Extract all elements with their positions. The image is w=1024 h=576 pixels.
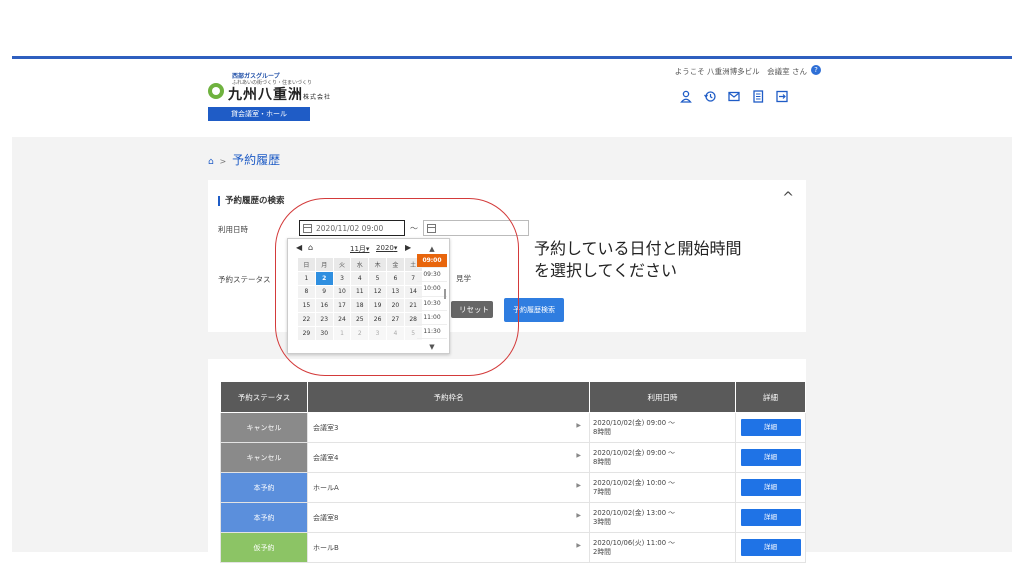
header-icon-bar <box>680 88 788 103</box>
chevron-right-icon: ▶ <box>576 452 581 459</box>
reservation-name-text: ホールB <box>313 543 339 552</box>
reservation-date: 2020/10/02(金) 13:00 ～ 3時間 <box>589 502 736 533</box>
status-badge: 本予約 <box>220 472 308 503</box>
reservation-date-text: 2020/10/02(金) 09:00 ～ <box>593 448 675 457</box>
table-row: キャンセル 会議室3 ▶ 2020/10/02(金) 09:00 ～ 8時間 詳細 <box>220 412 806 443</box>
reservation-name[interactable]: 会議室3 ▶ <box>307 412 590 443</box>
detail-button[interactable]: 詳細 <box>740 419 801 436</box>
annotation-line-2: を選択してください <box>534 261 678 280</box>
reservation-name[interactable]: ホールA ▶ <box>307 472 590 503</box>
status-badge: キャンセル <box>220 412 308 443</box>
reservation-name[interactable]: 会議室8 ▶ <box>307 502 590 533</box>
reservation-date-text: 2020/10/02(金) 13:00 ～ <box>593 508 675 517</box>
table-row: 本予約 ホールA ▶ 2020/10/02(金) 10:00 ～ 7時間 詳細 <box>220 472 806 503</box>
date-label: 利用日時 <box>218 225 248 234</box>
collapse-chevron-icon[interactable]: ^ <box>782 190 794 206</box>
reservation-duration: 8時間 <box>593 427 611 436</box>
reservation-name-text: 会議室3 <box>313 423 339 432</box>
reservation-duration: 3時間 <box>593 517 611 526</box>
breadcrumb-separator: > <box>219 157 227 166</box>
col-detail: 詳細 <box>735 381 806 413</box>
site-logo[interactable]: 西部ガスグループ ふれあいの街づくり・住まいづくり 九州八重洲株式会社 貸会議室… <box>208 71 338 125</box>
reservation-date-text: 2020/10/06(火) 11:00 ～ <box>593 538 675 547</box>
logo-mark-icon <box>208 83 224 99</box>
status-badge: キャンセル <box>220 442 308 473</box>
chevron-right-icon: ▶ <box>576 542 581 549</box>
reservation-date: 2020/10/02(金) 10:00 ～ 7時間 <box>589 472 736 503</box>
welcome-text: ようこそ 八重洲博多ビル 会議室 さん <box>674 67 807 76</box>
chevron-right-icon: ▶ <box>576 512 581 519</box>
detail-button[interactable]: 詳細 <box>740 449 801 466</box>
detail-cell: 詳細 <box>735 472 806 503</box>
chevron-right-icon: ▶ <box>576 422 581 429</box>
reservation-duration: 8時間 <box>593 457 611 466</box>
reservation-date: 2020/10/06(火) 11:00 ～ 2時間 <box>589 532 736 563</box>
reservation-date: 2020/10/02(金) 09:00 ～ 8時間 <box>589 412 736 443</box>
col-name: 予約枠名 <box>307 381 590 413</box>
reservation-name[interactable]: ホールB ▶ <box>307 532 590 563</box>
detail-cell: 詳細 <box>735 442 806 473</box>
table-row: キャンセル 会議室4 ▶ 2020/10/02(金) 09:00 ～ 8時間 詳細 <box>220 442 806 473</box>
results-panel: 予約ステータス 予約枠名 利用日時 詳細 キャンセル 会議室3 ▶ 2020/10… <box>208 359 806 563</box>
reservation-table: 予約ステータス 予約枠名 利用日時 詳細 キャンセル 会議室3 ▶ 2020/10… <box>220 381 806 563</box>
help-icon[interactable]: ? <box>811 65 821 75</box>
history-icon[interactable] <box>704 88 716 102</box>
table-row: 仮予約 ホールB ▶ 2020/10/06(火) 11:00 ～ 2時間 詳細 <box>220 532 806 563</box>
search-panel-title: 予約履歴の検索 <box>218 196 285 206</box>
logo-company-suffix: 株式会社 <box>303 94 332 101</box>
user-icon[interactable] <box>680 88 692 103</box>
reservation-date-text: 2020/10/02(金) 09:00 ～ <box>593 418 675 427</box>
chevron-right-icon: ▶ <box>576 482 581 489</box>
col-status: 予約ステータス <box>220 381 308 413</box>
status-badge: 本予約 <box>220 502 308 533</box>
logo-company-text: 九州八重洲 <box>228 87 303 103</box>
logo-badge: 貸会議室・ホール <box>208 107 310 121</box>
detail-button[interactable]: 詳細 <box>740 479 801 496</box>
mail-icon[interactable] <box>728 88 740 102</box>
reservation-name-text: ホールA <box>313 483 339 492</box>
reservation-duration: 2時間 <box>593 547 611 556</box>
logo-company-name: 九州八重洲株式会社 <box>228 84 331 104</box>
reservation-name-text: 会議室8 <box>313 513 339 522</box>
table-row: 本予約 会議室8 ▶ 2020/10/02(金) 13:00 ～ 3時間 詳細 <box>220 502 806 533</box>
breadcrumb: ⌂ > 予約履歴 <box>208 151 280 168</box>
reservation-name[interactable]: 会議室4 ▶ <box>307 442 590 473</box>
detail-cell: 詳細 <box>735 502 806 533</box>
reservation-date: 2020/10/02(金) 09:00 ～ 8時間 <box>589 442 736 473</box>
site-header: 西部ガスグループ ふれあいの街づくり・住まいづくり 九州八重洲株式会社 貸会議室… <box>12 59 1012 137</box>
status-badge: 仮予約 <box>220 532 308 563</box>
highlight-ellipse <box>275 198 519 376</box>
logout-icon[interactable] <box>776 88 788 103</box>
home-icon[interactable]: ⌂ <box>208 157 214 167</box>
document-icon[interactable] <box>752 88 764 103</box>
annotation-line-1: 予約している日付と開始時間 <box>534 239 742 258</box>
detail-button[interactable]: 詳細 <box>740 509 801 526</box>
table-header-row: 予約ステータス 予約枠名 利用日時 詳細 <box>220 381 806 413</box>
reservation-duration: 7時間 <box>593 487 611 496</box>
reservation-name-text: 会議室4 <box>313 453 339 462</box>
detail-cell: 詳細 <box>735 532 806 563</box>
col-date: 利用日時 <box>589 381 736 413</box>
page-title: 予約履歴 <box>232 153 281 167</box>
instruction-annotation: 予約している日付と開始時間 を選択してください <box>534 238 742 282</box>
detail-button[interactable]: 詳細 <box>740 539 801 556</box>
status-label: 予約ステータス <box>218 275 271 284</box>
reservation-date-text: 2020/10/02(金) 10:00 ～ <box>593 478 675 487</box>
detail-cell: 詳細 <box>735 412 806 443</box>
